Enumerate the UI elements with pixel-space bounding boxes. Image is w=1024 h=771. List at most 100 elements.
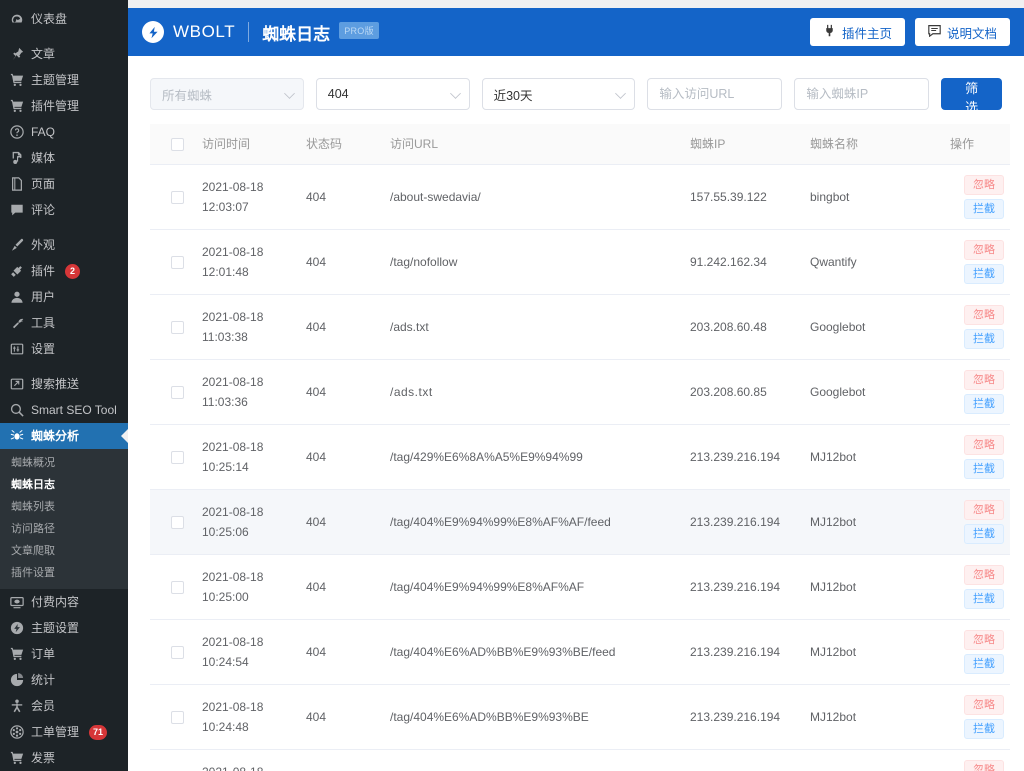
sidebar-item-item[interactable]: 工单管理71 <box>0 719 128 745</box>
table-row[interactable]: 2021-08-1810:25:06404/tag/404%E9%94%99%E… <box>150 489 1010 554</box>
block-button[interactable]: 拦截 <box>964 719 1004 739</box>
submenu-item-item[interactable]: 蜘蛛概况 <box>0 452 128 474</box>
visit-date: 2021-08-18 <box>202 632 294 652</box>
visit-date: 2021-08-18 <box>202 762 294 771</box>
submenu-item-item[interactable]: 插件设置 <box>0 562 128 584</box>
sidebar-item-item[interactable]: 插件管理 <box>0 93 128 119</box>
table-row[interactable]: 2021-08-1810:24:43404/tag/403%E9%94%99%E… <box>150 749 1010 771</box>
table-row[interactable]: 2021-08-1812:01:48404/tag/nofollow91.242… <box>150 229 1010 294</box>
block-button[interactable]: 拦截 <box>964 329 1004 349</box>
block-button[interactable]: 拦截 <box>964 654 1004 674</box>
cell-spider-ip: 203.208.60.85 <box>684 359 804 424</box>
visit-date: 2021-08-18 <box>202 177 294 197</box>
cell-spider-ip: 203.208.60.48 <box>684 294 804 359</box>
block-button[interactable]: 拦截 <box>964 264 1004 284</box>
ignore-button[interactable]: 忽略 <box>964 175 1004 195</box>
sidebar-item-item[interactable]: 主题设置 <box>0 615 128 641</box>
visit-clock: 12:01:48 <box>202 262 294 282</box>
sidebar-item-item[interactable]: 主题管理 <box>0 67 128 93</box>
row-checkbox[interactable] <box>171 516 184 529</box>
submenu-item-item[interactable]: 蜘蛛列表 <box>0 496 128 518</box>
sidebar-item-label: 工具 <box>31 317 55 329</box>
ignore-button[interactable]: 忽略 <box>964 435 1004 455</box>
row-checkbox[interactable] <box>171 711 184 724</box>
sidebar-item-item[interactable]: 插件2 <box>0 258 128 284</box>
sidebar-item-item[interactable]: 用户 <box>0 284 128 310</box>
sidebar-item-smart-seo-tool[interactable]: Smart SEO Tool <box>0 397 128 423</box>
cell-visit-url: /tag/nofollow <box>384 229 684 294</box>
ip-search-input[interactable] <box>794 78 929 110</box>
table-row[interactable]: 2021-08-1811:03:38404/ads.txt203.208.60.… <box>150 294 1010 359</box>
sidebar-item-item[interactable]: 媒体 <box>0 145 128 171</box>
row-checkbox[interactable] <box>171 581 184 594</box>
sidebar-item-item[interactable]: 文章 <box>0 41 128 67</box>
sidebar-item-item[interactable]: 评论 <box>0 197 128 223</box>
table-row[interactable]: 2021-08-1810:25:00404/tag/404%E9%94%99%E… <box>150 554 1010 619</box>
sidebar-item-item[interactable]: 外观 <box>0 232 128 258</box>
sidebar-separator <box>0 32 128 41</box>
ignore-button[interactable]: 忽略 <box>964 695 1004 715</box>
sidebar-item-item[interactable]: 设置 <box>0 336 128 362</box>
sidebar-item-item[interactable]: 搜索推送 <box>0 371 128 397</box>
cell-actions: 忽略拦截 <box>914 684 1010 749</box>
url-search-input[interactable] <box>647 78 782 110</box>
table-row[interactable]: 2021-08-1811:03:36404/ads.txt203.208.60.… <box>150 359 1010 424</box>
row-checkbox[interactable] <box>171 386 184 399</box>
sidebar-separator <box>0 362 128 371</box>
block-button[interactable]: 拦截 <box>964 394 1004 414</box>
row-checkbox[interactable] <box>171 256 184 269</box>
visit-date: 2021-08-18 <box>202 567 294 587</box>
sidebar-item-item[interactable]: 发票 <box>0 745 128 771</box>
submenu-item-item[interactable]: 蜘蛛日志 <box>0 474 128 496</box>
ignore-button[interactable]: 忽略 <box>964 760 1004 771</box>
comment-icon <box>9 203 24 218</box>
status-code-select[interactable]: 404 <box>316 78 470 110</box>
submenu-item-item[interactable]: 访问路径 <box>0 518 128 540</box>
sidebar-item-spider-analysis[interactable]: 蜘蛛分析 <box>0 423 128 449</box>
sidebar-separator <box>0 223 128 232</box>
table-row[interactable]: 2021-08-1810:24:48404/tag/404%E6%AD%BB%E… <box>150 684 1010 749</box>
row-checkbox[interactable] <box>171 646 184 659</box>
sidebar-item-label: 设置 <box>31 343 55 355</box>
block-button[interactable]: 拦截 <box>964 459 1004 479</box>
docs-button[interactable]: 说明文档 <box>915 18 1010 46</box>
cell-spider-ip: 213.239.216.194 <box>684 424 804 489</box>
sidebar-item-item[interactable]: 页面 <box>0 171 128 197</box>
sidebar-item-item[interactable]: 会员 <box>0 693 128 719</box>
block-button[interactable]: 拦截 <box>964 199 1004 219</box>
spider-select[interactable]: 所有蜘蛛 <box>150 78 304 110</box>
table-row[interactable]: 2021-08-1810:24:54404/tag/404%E6%AD%BB%E… <box>150 619 1010 684</box>
ignore-button[interactable]: 忽略 <box>964 500 1004 520</box>
ignore-button[interactable]: 忽略 <box>964 370 1004 390</box>
sidebar-item-item[interactable]: 工具 <box>0 310 128 336</box>
row-checkbox[interactable] <box>171 191 184 204</box>
row-checkbox[interactable] <box>171 321 184 334</box>
sidebar-item-label: 媒体 <box>31 152 55 164</box>
table-row[interactable]: 2021-08-1810:25:14404/tag/429%E6%8A%A5%E… <box>150 424 1010 489</box>
block-button[interactable]: 拦截 <box>964 524 1004 544</box>
cell-visit-url: /about-swedavia/ <box>384 164 684 229</box>
ignore-button[interactable]: 忽略 <box>964 240 1004 260</box>
sidebar-item-item[interactable]: 统计 <box>0 667 128 693</box>
ignore-button[interactable]: 忽略 <box>964 630 1004 650</box>
select-all-header <box>150 124 196 164</box>
row-checkbox[interactable] <box>171 451 184 464</box>
ignore-button[interactable]: 忽略 <box>964 565 1004 585</box>
filter-submit-button[interactable]: 筛选 <box>941 78 1002 110</box>
block-button[interactable]: 拦截 <box>964 589 1004 609</box>
date-range-select[interactable]: 近30天 <box>482 78 636 110</box>
table-row[interactable]: 2021-08-1812:03:07404/about-swedavia/157… <box>150 164 1010 229</box>
sidebar-item-faq[interactable]: FAQ <box>0 119 128 145</box>
ignore-button[interactable]: 忽略 <box>964 305 1004 325</box>
visit-clock: 10:25:14 <box>202 457 294 477</box>
sidebar-item-item[interactable]: 仪表盘 <box>0 6 128 32</box>
sidebar-item-item[interactable]: 订单 <box>0 641 128 667</box>
cart-icon <box>9 751 24 766</box>
cell-spider-ip: 157.55.39.122 <box>684 164 804 229</box>
sidebar-item-item[interactable]: 付费内容 <box>0 589 128 615</box>
push-icon <box>9 377 24 392</box>
select-all-checkbox[interactable] <box>171 138 184 151</box>
plugin-home-button[interactable]: 插件主页 <box>810 18 905 46</box>
chevron-down-icon <box>284 88 295 99</box>
submenu-item-item[interactable]: 文章爬取 <box>0 540 128 562</box>
